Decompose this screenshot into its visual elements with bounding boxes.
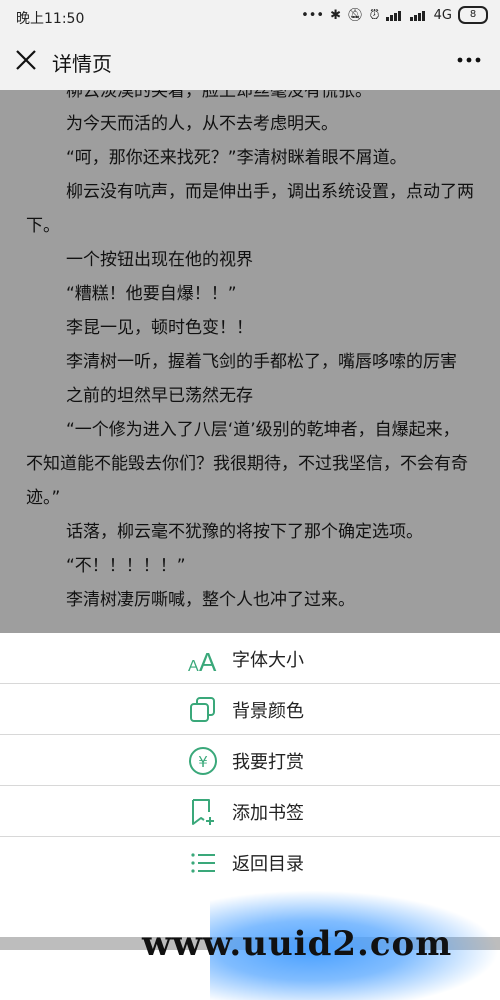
signal-icon bbox=[385, 9, 404, 21]
alarm-icon: ⏰︎ bbox=[369, 7, 380, 23]
menu-item-label: 我要打赏 bbox=[232, 752, 304, 773]
bluetooth-icon: ✱ bbox=[330, 7, 341, 23]
svg-text:A: A bbox=[199, 647, 217, 674]
paragraph: 之前的坦然早已荡然无存 bbox=[66, 386, 253, 406]
menu-item-add-bookmark[interactable]: 添加书签 bbox=[0, 786, 500, 837]
battery-icon: 8 bbox=[458, 6, 488, 24]
paragraph: “不！！！！！” bbox=[66, 556, 186, 576]
paragraph: 李清树凄厉嘶喊，整个人也冲了过来。 bbox=[66, 590, 355, 610]
paragraph: 一个按钮出现在他的视界 bbox=[66, 250, 253, 270]
menu-item-label: 字体大小 bbox=[232, 650, 304, 671]
menu-item-font-size[interactable]: A A 字体大小 bbox=[0, 633, 500, 684]
network-type: 4G bbox=[433, 7, 452, 23]
status-icons: ••• ✱ 🔕︎ ⏰︎ 4G 8 bbox=[301, 6, 488, 24]
paragraph: 话落，柳云毫不犹豫的将按下了那个确定选项。 bbox=[66, 522, 423, 542]
watermark-text: www.uuid2.com bbox=[142, 924, 453, 964]
svg-text:A: A bbox=[188, 658, 199, 674]
status-bar: 晚上11:50 ••• ✱ 🔕︎ ⏰︎ 4G 8 bbox=[0, 0, 500, 34]
more-dots-icon: ••• bbox=[301, 7, 325, 23]
background-color-icon bbox=[190, 697, 215, 722]
paragraph: 为今天而活的人，从不去考虑明天。 bbox=[66, 114, 338, 134]
svg-text:¥: ¥ bbox=[198, 753, 208, 771]
paragraph: 李清树一听，握着飞剑的手都松了，嘴唇哆嗦的厉害 bbox=[66, 352, 457, 372]
menu-item-reward[interactable]: ¥ 我要打赏 bbox=[0, 735, 500, 786]
font-size-icon: A A bbox=[188, 647, 217, 674]
paragraph: “一个修为进入了八层‘道’级别的乾坤者，自爆起来，不知道能不能毁去你们？我很期待… bbox=[26, 420, 468, 508]
status-time: 晚上11:50 bbox=[16, 11, 85, 27]
paragraph: 李昆一见，顿时色变！！ bbox=[66, 318, 253, 338]
menu-item-label: 添加书签 bbox=[232, 803, 304, 824]
paragraph: 柳云没有吭声，而是伸出手，调出系统设置，点动了两下。 bbox=[26, 182, 474, 236]
close-icon[interactable] bbox=[14, 48, 38, 72]
menu-item-back-to-catalog[interactable]: 返回目录 bbox=[0, 837, 500, 887]
reader-content: 柳云淡漠的笑着，脸上却丝毫没有慌张。 为今天而活的人，从不去考虑明天。 “呵，那… bbox=[0, 90, 500, 633]
list-icon bbox=[191, 853, 215, 873]
paragraph: “呵，那你还来找死？”李清树眯着眼不屑道。 bbox=[66, 148, 407, 168]
signal-icon-2 bbox=[409, 9, 428, 21]
app-header: 详情页 bbox=[0, 34, 500, 90]
mute-bell-icon: 🔕︎ bbox=[346, 7, 364, 23]
partial-line-top: 柳云淡漠的笑着，脸上却丝毫没有慌张。 bbox=[66, 90, 372, 101]
more-options-icon[interactable] bbox=[456, 50, 482, 70]
paragraph: “糟糕！他要自爆！！” bbox=[66, 284, 237, 304]
yen-coin-icon: ¥ bbox=[189, 747, 217, 775]
page-title: 详情页 bbox=[52, 52, 112, 76]
menu-item-background-color[interactable]: 背景颜色 bbox=[0, 684, 500, 735]
menu-item-label: 返回目录 bbox=[232, 854, 304, 875]
menu-item-label: 背景颜色 bbox=[232, 701, 304, 722]
bookmark-add-icon bbox=[192, 799, 214, 825]
